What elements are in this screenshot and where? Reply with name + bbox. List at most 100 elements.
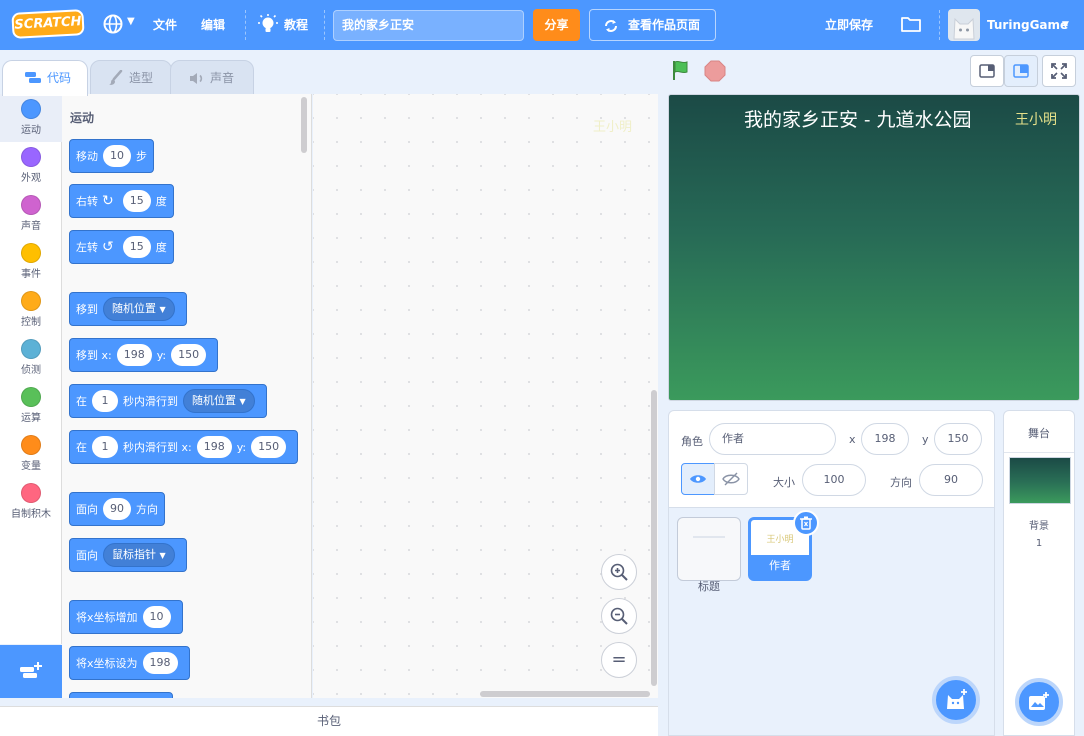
cat-add-icon: [947, 689, 967, 709]
scratch-logo[interactable]: SCRATCH: [11, 9, 85, 39]
block-dropdown[interactable]: 鼠标指针 ▼: [103, 543, 175, 567]
block-dropdown[interactable]: 随机位置 ▼: [183, 389, 255, 413]
size-input[interactable]: 100: [802, 464, 866, 496]
username[interactable]: TuringGame: [987, 0, 1068, 50]
block-dropdown-value: 鼠标指针: [112, 548, 156, 561]
code-vscrollbar[interactable]: [651, 390, 657, 686]
code-workspace[interactable]: 王小明 =: [313, 94, 658, 698]
file-menu[interactable]: 文件: [153, 0, 177, 50]
block-move-steps[interactable]: 移动 10 步: [69, 139, 154, 173]
sprite-info-panel: 角色 作者 x 198 y 150 大小 100 方向 90: [668, 410, 995, 508]
palette-scrollbar[interactable]: [301, 97, 307, 153]
block-glide-to[interactable]: 在 1 秒内滑行到 随机位置 ▼: [69, 384, 267, 418]
block-input[interactable]: 15: [122, 236, 151, 258]
category-sensing[interactable]: 侦测: [0, 334, 62, 382]
choose-sprite-button[interactable]: [932, 676, 980, 724]
my-stuff-button[interactable]: [900, 15, 922, 35]
stage-canvas[interactable]: 我的家乡正安 - 九道水公园 王小明: [668, 94, 1080, 401]
sprite-tile-title[interactable]: 标题: [677, 517, 741, 593]
show-sprite-button[interactable]: [681, 463, 715, 495]
eye-slash-icon: [722, 472, 740, 486]
category-sound-dot: [21, 195, 41, 215]
block-text: 在: [76, 441, 87, 454]
choose-backdrop-button[interactable]: [1015, 678, 1063, 726]
backdrops-count: 1: [1035, 538, 1043, 549]
save-now-button[interactable]: 立即保存: [825, 0, 873, 50]
code-hscrollbar[interactable]: [480, 691, 650, 697]
block-input[interactable]: 150: [251, 436, 287, 458]
language-menu[interactable]: ▼: [102, 13, 138, 37]
category-control[interactable]: 控制: [0, 286, 62, 334]
block-set-x[interactable]: 将x坐标设为 198: [69, 646, 190, 680]
zoom-out-button[interactable]: [601, 598, 637, 634]
block-input[interactable]: 15: [122, 190, 151, 212]
rotate-counterclockwise-icon: ↺: [102, 239, 114, 255]
folder-icon: [901, 17, 921, 32]
dropdown-arrow-icon: ▼: [159, 305, 166, 314]
backpack[interactable]: 书包: [0, 706, 658, 736]
category-variables-dot: [21, 435, 41, 455]
category-variables[interactable]: 变量: [0, 430, 62, 478]
y-label: y: [922, 433, 929, 446]
block-turn-right[interactable]: 右转 ↻ 15 度: [69, 184, 174, 218]
avatar[interactable]: [948, 9, 980, 41]
project-title-input[interactable]: 我的家乡正安: [333, 10, 524, 41]
share-button[interactable]: 分享: [533, 9, 580, 41]
category-operators[interactable]: 运算: [0, 382, 62, 430]
delete-sprite-button[interactable]: [793, 510, 819, 536]
category-motion[interactable]: 运动: [0, 94, 62, 142]
category-my-blocks[interactable]: 自制积木: [0, 478, 62, 526]
block-input[interactable]: 198: [142, 652, 178, 674]
zoom-in-button[interactable]: [601, 554, 637, 590]
block-point-direction[interactable]: 面向 90 方向: [69, 492, 165, 526]
block-input[interactable]: 198: [196, 436, 232, 458]
block-input[interactable]: 1: [92, 436, 118, 458]
large-stage-button[interactable]: [1004, 55, 1038, 87]
block-input[interactable]: 1: [92, 390, 118, 412]
block-change-x[interactable]: 将x坐标增加 10: [69, 600, 183, 634]
block-turn-left[interactable]: 左转 ↺ 15 度: [69, 230, 174, 264]
block-text: 将x坐标设为: [76, 657, 138, 670]
y-input[interactable]: 150: [934, 423, 982, 455]
block-dropdown[interactable]: 随机位置 ▼: [103, 297, 175, 321]
direction-input[interactable]: 90: [919, 464, 983, 496]
category-looks[interactable]: 外观: [0, 142, 62, 190]
category-sound[interactable]: 声音: [0, 190, 62, 238]
block-text: 度: [155, 241, 167, 254]
tab-code[interactable]: 代码: [2, 60, 88, 96]
account-chevron-down-icon[interactable]: ▼: [1062, 20, 1069, 30]
category-label: 变量: [21, 461, 41, 472]
block-point-towards[interactable]: 面向 鼠标指针 ▼: [69, 538, 187, 572]
x-input[interactable]: 198: [861, 423, 909, 455]
block-goto-xy[interactable]: 移到 x: 198 y: 150: [69, 338, 219, 372]
stage-target-pane[interactable]: 舞台 背景 1: [1003, 410, 1075, 736]
block-input[interactable]: 10: [103, 145, 131, 167]
tab-costumes[interactable]: 造型: [90, 60, 172, 96]
block-goto[interactable]: 移到 随机位置 ▼: [69, 292, 187, 326]
block-glide-xy[interactable]: 在 1 秒内滑行到 x: 198 y: 150: [69, 430, 299, 464]
zoom-reset-button[interactable]: =: [601, 642, 637, 678]
category-label: 事件: [21, 269, 41, 280]
hide-sprite-button[interactable]: [714, 463, 748, 495]
see-project-page-button[interactable]: 查看作品页面: [589, 9, 716, 41]
fullscreen-button[interactable]: [1042, 55, 1076, 87]
edit-menu[interactable]: 编辑: [201, 0, 225, 50]
block-text: 秒内滑行到 x:: [123, 441, 192, 454]
sprite-name-input[interactable]: 作者: [709, 423, 836, 455]
category-control-dot: [21, 291, 41, 311]
small-stage-button[interactable]: [970, 55, 1004, 87]
tutorials-button[interactable]: 教程: [258, 0, 318, 50]
sprite-name-label: 角色: [681, 435, 703, 448]
green-flag-button[interactable]: [670, 58, 696, 84]
block-input[interactable]: 10: [142, 606, 171, 628]
block-input[interactable]: 90: [103, 498, 131, 520]
sprite-tile-label: 作者: [769, 559, 791, 572]
small-stage-icon: [979, 64, 995, 78]
block-input[interactable]: 198: [116, 344, 152, 366]
category-events[interactable]: 事件: [0, 238, 62, 286]
stop-button[interactable]: [703, 59, 727, 83]
block-partial[interactable]: [69, 692, 173, 698]
tab-sounds[interactable]: 声音: [170, 60, 254, 96]
block-input[interactable]: 150: [171, 344, 207, 366]
add-extension-button[interactable]: [0, 645, 62, 698]
